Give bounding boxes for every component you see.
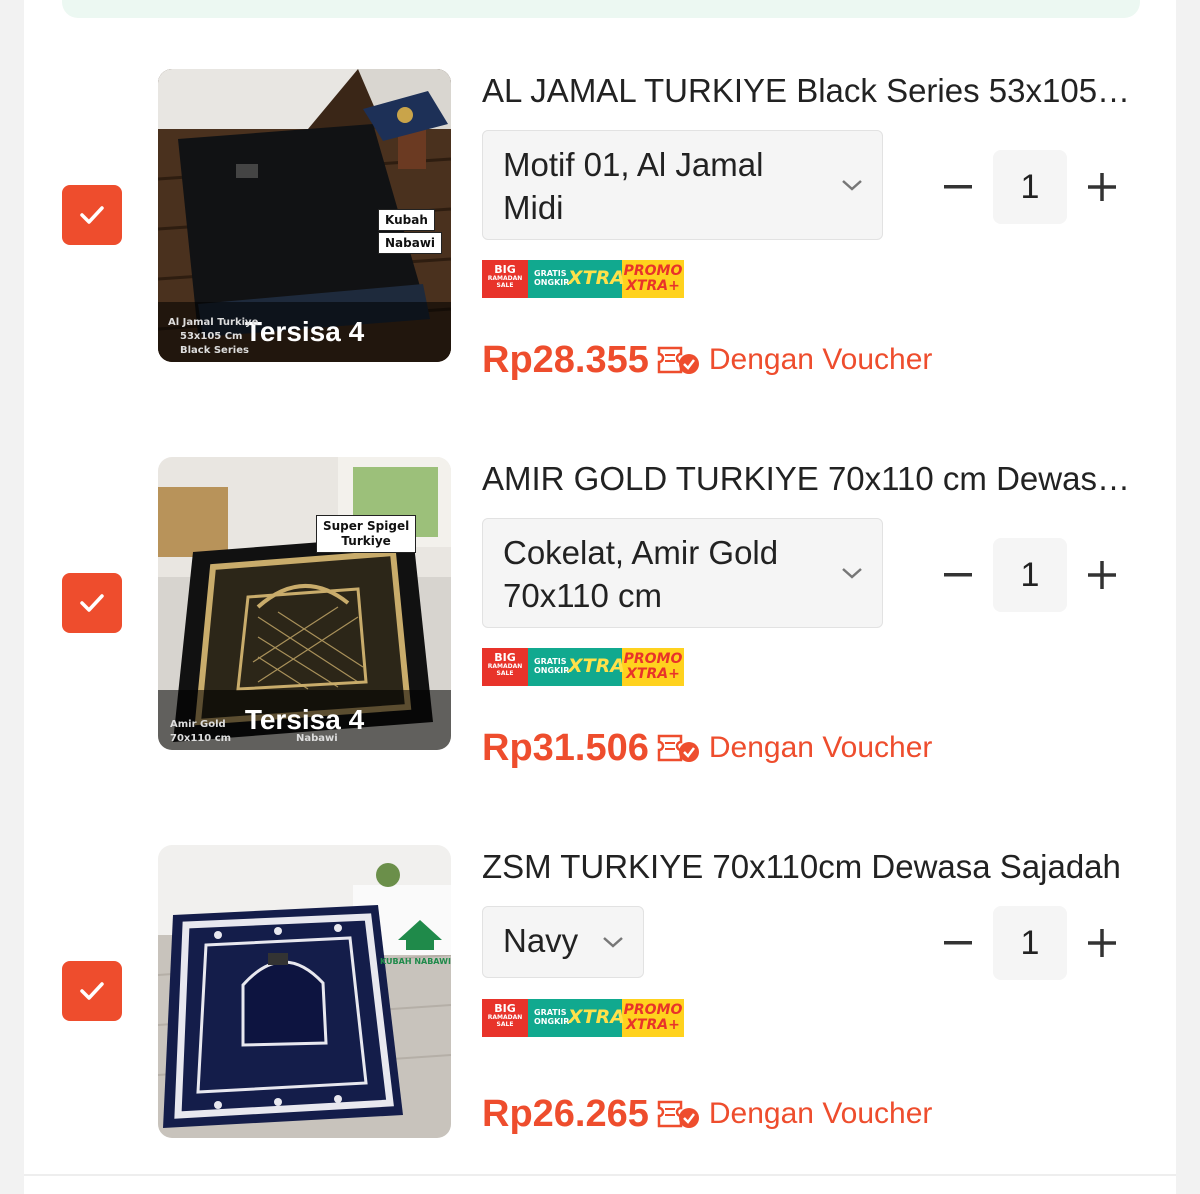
item-checkbox[interactable] bbox=[62, 961, 122, 1021]
chevron-down-icon bbox=[842, 180, 862, 191]
price-row: Rp31.506 Dengan Voucher bbox=[482, 725, 932, 771]
quantity-input[interactable]: 1 bbox=[993, 906, 1067, 980]
promo-badges: BIG RAMADAN SALE GRATIS ONGKIR XTRA PROMO XTR… bbox=[482, 648, 684, 686]
product-image[interactable]: KUBAH NABAWI bbox=[158, 845, 451, 1138]
item-checkbox[interactable] bbox=[62, 573, 122, 633]
product-price: Rp31.506 bbox=[482, 726, 649, 769]
cart-item: KUBAH NABAWI ZSM TURKIYE 70x110cm Dewasa… bbox=[0, 776, 1200, 1138]
variant-label: Cokelat, Amir Gold 70x110 cm bbox=[503, 534, 779, 614]
quantity-input[interactable]: 1 bbox=[993, 538, 1067, 612]
minus-icon bbox=[944, 185, 972, 189]
product-price: Rp26.265 bbox=[482, 1092, 649, 1135]
gratis-ongkir-xtra-badge: GRATIS ONGKIR XTRA bbox=[528, 260, 625, 298]
image-caption: Black Series bbox=[180, 345, 249, 356]
big-ramadan-sale-badge: BIG RAMADAN SALE bbox=[482, 999, 528, 1037]
check-icon bbox=[80, 982, 104, 1000]
voucher-label[interactable]: Dengan Voucher bbox=[709, 731, 933, 765]
variant-selector[interactable]: Motif 01, Al Jamal Midi bbox=[482, 130, 883, 240]
quantity-input[interactable]: 1 bbox=[993, 150, 1067, 224]
variant-selector[interactable]: Cokelat, Amir Gold 70x110 cm bbox=[482, 518, 883, 628]
promo-xtra-badge: PROMO XTRA+ bbox=[622, 648, 684, 686]
image-caption: Amir Gold bbox=[170, 719, 226, 730]
gratis-ongkir-xtra-badge: GRATIS ONGKIR XTRA bbox=[528, 648, 625, 686]
variant-label: Motif 01, Al Jamal Midi bbox=[503, 146, 764, 226]
section-divider bbox=[24, 1174, 1176, 1194]
product-title[interactable]: ZSM TURKIYE 70x110cm Dewasa Sajadah bbox=[482, 846, 1132, 888]
variant-selector[interactable]: Navy bbox=[482, 906, 644, 978]
cart-item: Super Spigel Turkiye Tersisa 4 Amir Gold … bbox=[0, 388, 1200, 769]
promo-xtra-badge: PROMO XTRA+ bbox=[622, 999, 684, 1037]
voucher-ticket-icon bbox=[657, 1100, 699, 1128]
quantity-stepper: 1 bbox=[930, 150, 1130, 224]
increase-quantity-button[interactable] bbox=[1074, 150, 1130, 224]
big-ramadan-sale-badge: BIG RAMADAN SALE bbox=[482, 648, 528, 686]
gratis-ongkir-xtra-badge: GRATIS ONGKIR XTRA bbox=[528, 999, 625, 1037]
cart-item: Kubah Nabawi Tersisa 4 Al Jamal Turkiye … bbox=[0, 0, 1200, 381]
product-price: Rp28.355 bbox=[482, 338, 649, 381]
plus-icon bbox=[1088, 561, 1116, 589]
decrease-quantity-button[interactable] bbox=[930, 906, 986, 980]
minus-icon bbox=[944, 573, 972, 577]
voucher-label[interactable]: Dengan Voucher bbox=[709, 343, 933, 377]
product-title[interactable]: AMIR GOLD TURKIYE 70x110 cm Dewasa Sajad… bbox=[482, 458, 1132, 500]
quantity-stepper: 1 bbox=[930, 538, 1130, 612]
product-image[interactable]: Super Spigel Turkiye Tersisa 4 Amir Gold … bbox=[158, 457, 451, 750]
product-image[interactable]: Kubah Nabawi Tersisa 4 Al Jamal Turkiye … bbox=[158, 69, 451, 362]
promo-xtra-badge: PROMO XTRA+ bbox=[622, 260, 684, 298]
check-icon bbox=[80, 594, 104, 612]
decrease-quantity-button[interactable] bbox=[930, 150, 986, 224]
price-row: Rp28.355 Dengan Voucher bbox=[482, 337, 932, 383]
image-caption: KUBAH NABAWI bbox=[380, 957, 451, 966]
promo-badges: BIG RAMADAN SALE GRATIS ONGKIR XTRA PROMO XTR… bbox=[482, 999, 684, 1037]
big-ramadan-sale-badge: BIG RAMADAN SALE bbox=[482, 260, 528, 298]
image-caption: Nabawi bbox=[296, 733, 338, 744]
decrease-quantity-button[interactable] bbox=[930, 538, 986, 612]
price-row: Rp26.265 Dengan Voucher bbox=[482, 1091, 932, 1137]
increase-quantity-button[interactable] bbox=[1074, 906, 1130, 980]
chevron-down-icon bbox=[842, 568, 862, 579]
product-photo bbox=[158, 845, 451, 1138]
image-caption: 70x110 cm bbox=[170, 733, 232, 744]
plus-icon bbox=[1088, 173, 1116, 201]
product-title[interactable]: AL JAMAL TURKIYE Black Series 53x105 Cm … bbox=[482, 70, 1132, 112]
voucher-label[interactable]: Dengan Voucher bbox=[709, 1097, 933, 1131]
plus-icon bbox=[1088, 929, 1116, 957]
image-tag: Super Spigel Turkiye bbox=[316, 515, 417, 553]
promo-badges: BIG RAMADAN SALE GRATIS ONGKIR XTRA PROMO XTR… bbox=[482, 260, 684, 298]
chevron-down-icon bbox=[603, 937, 623, 948]
variant-label: Navy bbox=[503, 922, 579, 959]
image-caption: 53x105 Cm bbox=[180, 331, 243, 342]
voucher-ticket-icon bbox=[657, 734, 699, 762]
item-checkbox[interactable] bbox=[62, 185, 122, 245]
check-icon bbox=[80, 206, 104, 224]
image-caption: Al Jamal Turkiye bbox=[168, 317, 259, 328]
image-tag: Kubah bbox=[378, 209, 435, 231]
increase-quantity-button[interactable] bbox=[1074, 538, 1130, 612]
minus-icon bbox=[944, 941, 972, 945]
image-tag: Nabawi bbox=[378, 232, 443, 254]
voucher-ticket-icon bbox=[657, 346, 699, 374]
quantity-stepper: 1 bbox=[930, 906, 1130, 980]
